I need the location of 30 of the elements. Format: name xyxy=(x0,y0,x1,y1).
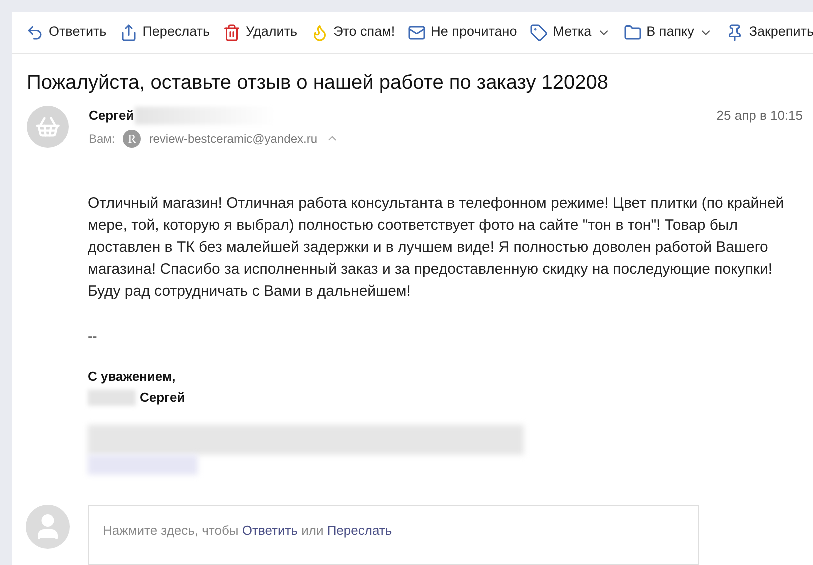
message-date: 25 апр в 10:15 xyxy=(716,107,803,125)
email-subject: Пожалуйста, оставьте отзыв о нашей работе по заказу 120208 xyxy=(27,71,610,96)
recipient-avatar: R xyxy=(123,130,142,148)
quick-reply-prompt: Нажмите здесь, чтобы Ответить или Переслать xyxy=(103,523,392,538)
envelope-icon xyxy=(408,24,426,42)
forward-link[interactable]: Переслать xyxy=(327,523,392,538)
signature-name: Сергей xyxy=(140,389,186,407)
signature-closing: С уважением, xyxy=(88,368,177,386)
toolbar-button[interactable]: В папку xyxy=(624,22,714,43)
toolbar-button[interactable]: Переслать xyxy=(120,22,210,43)
toolbar-button[interactable]: Удалить xyxy=(223,22,298,43)
toolbar-button[interactable]: Ответить xyxy=(26,22,107,43)
message-body: Отличный магазин! Отличная работа консультанта в телефонном режиме! Цвет плитки (по крайней мере, той, которую я выбрал) полностью соответствует фото на сайте "тон в тон"! Товар был доставлен в ТК без малейшей задержки и в лучшем виде! Я полностью доволен работой Вашего магазина! Спасибо за исполненный заказ и за предоставленную скидку на последующие покупки! Буду рад сотрудничать с Вами в дальнейшем! xyxy=(88,194,786,302)
sender-name: Сергей xyxy=(89,107,134,125)
sender-avatar xyxy=(27,106,69,148)
reply-arrow-icon xyxy=(26,24,44,42)
toolbar-button[interactable]: Метка xyxy=(530,22,611,43)
reply-link[interactable]: Ответить xyxy=(242,523,298,538)
trash-icon xyxy=(223,24,242,42)
quick-reply-box[interactable]: Нажмите здесь, чтобы Ответить или Переслать xyxy=(88,505,699,565)
user-avatar xyxy=(26,505,70,549)
folder-icon xyxy=(624,24,642,42)
toolbar-button[interactable]: Закрепить xyxy=(726,22,813,43)
blurred-redaction xyxy=(88,390,136,406)
recipient-email: review-bestceramic@yandex.ru xyxy=(149,130,318,148)
signature-separator: -- xyxy=(88,327,98,346)
tag-icon xyxy=(530,24,548,42)
toolbar-button[interactable]: Не прочитано xyxy=(408,22,518,43)
toolbar-button[interactable]: Это спам! xyxy=(310,22,396,43)
recipient-label: Вам: xyxy=(89,130,116,148)
